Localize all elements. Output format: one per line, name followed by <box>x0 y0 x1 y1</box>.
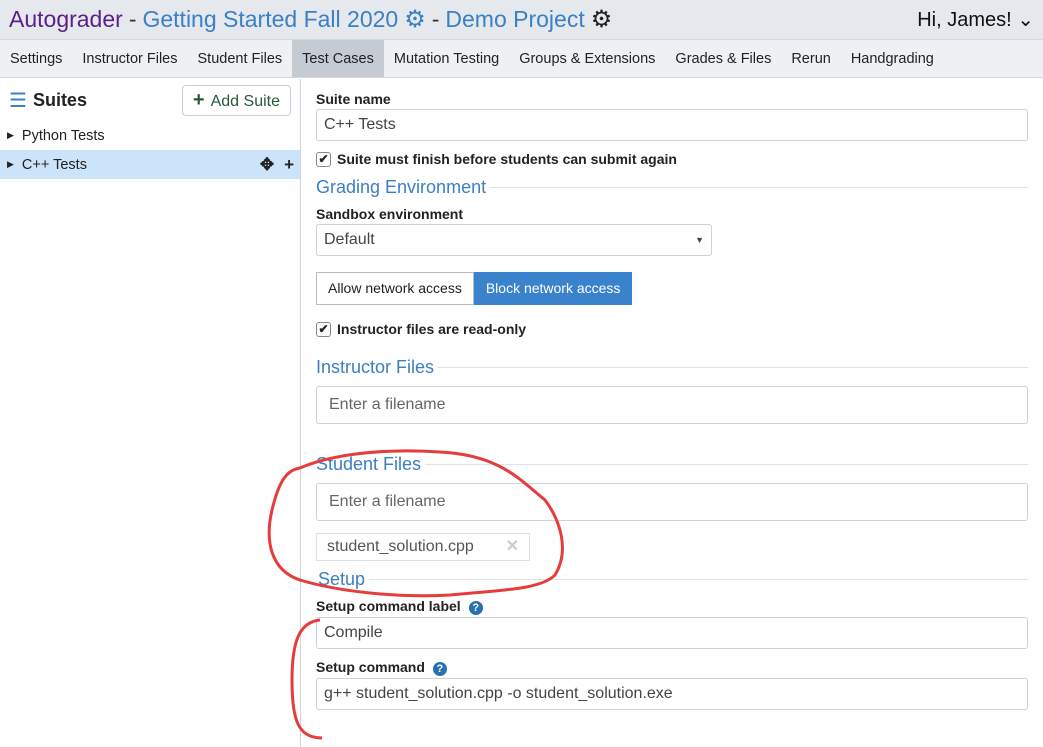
top-bar: Autograder - Getting Started Fall 2020 ⚙ -… <box>0 0 1043 40</box>
add-suite-label: Add Suite <box>210 92 280 110</box>
setup-label-input[interactable]: Compile <box>316 617 1028 649</box>
tab-mutation-testing[interactable]: Mutation Testing <box>384 40 509 77</box>
app-title[interactable]: Autograder <box>9 6 123 33</box>
suite-settings-form: Suite name C++ Tests ✔ Suite must finish … <box>316 79 1028 710</box>
dropdown-arrow-icon: ▼ <box>695 235 704 245</box>
add-test-plus-icon[interactable]: + <box>284 155 294 175</box>
check-icon[interactable]: ✔ <box>316 151 331 167</box>
readonly-checkbox[interactable]: ✔ Instructor files are read-only <box>316 321 1028 337</box>
allow-network-button[interactable]: Allow network access <box>316 272 474 305</box>
tab-settings[interactable]: Settings <box>0 40 72 77</box>
greeting: Hi, James! <box>917 9 1012 31</box>
sidebar-title: Suites <box>32 89 87 110</box>
suite-item-cpp-tests[interactable]: ▶ C++ Tests ✥ + <box>0 150 300 179</box>
suite-name-input[interactable]: C++ Tests <box>316 109 1028 141</box>
checkbox-label: Suite must finish before students can su… <box>337 151 677 167</box>
caret-right-icon[interactable]: ▶ <box>7 130 14 141</box>
must-finish-checkbox[interactable]: ✔ Suite must finish before students can s… <box>316 151 1028 167</box>
tab-instructor-files[interactable]: Instructor Files <box>72 40 187 77</box>
course-link[interactable]: Getting Started Fall 2020 <box>142 6 398 33</box>
caret-right-icon[interactable]: ▶ <box>7 159 14 170</box>
setup-heading: Setup <box>316 569 1028 590</box>
instructor-files-heading: Instructor Files <box>316 357 1028 378</box>
project-link[interactable]: Demo Project <box>445 6 584 33</box>
setup-label-label: Setup command label? <box>316 598 1028 615</box>
label-text: Setup command <box>316 659 425 675</box>
plus-icon: + <box>192 88 205 111</box>
student-file-input[interactable]: Enter a filename <box>316 483 1028 521</box>
label-text: Setup command label <box>316 598 461 614</box>
tab-rerun[interactable]: Rerun <box>781 40 841 77</box>
suite-label: Python Tests <box>21 127 105 144</box>
suite-name-label: Suite name <box>316 91 391 107</box>
student-file-chip: student_solution.cpp ✕ <box>316 533 530 561</box>
suite-label: C++ Tests <box>21 156 87 173</box>
suite-item-python-tests[interactable]: ▶ Python Tests <box>0 121 300 150</box>
help-icon[interactable]: ? <box>468 601 483 615</box>
setup-command-input[interactable]: g++ student_solution.cpp -o student_solu… <box>316 678 1028 710</box>
project-settings-gear-icon[interactable]: ⚙ <box>591 5 613 34</box>
remove-x-icon[interactable]: ✕ <box>506 534 519 560</box>
tab-groups-extensions[interactable]: Groups & Extensions <box>509 40 665 77</box>
tab-test-cases[interactable]: Test Cases <box>292 40 384 77</box>
block-network-button[interactable]: Block network access <box>473 272 633 305</box>
menu-icon: ☰ <box>9 89 27 112</box>
tab-handgrading[interactable]: Handgrading <box>841 40 944 77</box>
chevron-down-icon: ⌄ <box>1017 9 1034 31</box>
sandbox-select[interactable]: Default ▼ <box>316 224 712 256</box>
chip-label: student_solution.cpp <box>327 538 474 555</box>
move-icon[interactable]: ✥ <box>260 155 274 175</box>
sandbox-value: Default <box>324 231 375 248</box>
tab-student-files[interactable]: Student Files <box>188 40 293 77</box>
checkbox-label: Instructor files are read-only <box>337 321 527 337</box>
tab-grades-files[interactable]: Grades & Files <box>665 40 781 77</box>
instructor-file-input[interactable]: Enter a filename <box>316 386 1028 424</box>
course-settings-gear-icon[interactable]: ⚙ <box>404 5 426 34</box>
help-icon[interactable]: ? <box>432 662 447 676</box>
add-suite-button[interactable]: + Add Suite <box>181 84 291 116</box>
sandbox-label: Sandbox environment <box>316 206 464 222</box>
user-menu[interactable]: Hi, James! ⌄ <box>917 7 1034 32</box>
check-icon[interactable]: ✔ <box>316 321 331 337</box>
grading-environment-heading: Grading Environment <box>316 177 1028 198</box>
student-files-heading: Student Files <box>316 454 1028 475</box>
nav-tabs: Settings Instructor Files Student Files … <box>0 40 1043 78</box>
suites-sidebar: ☰ Suites + Add Suite ▶ Python Tests ▶ C++ Te… <box>0 79 301 747</box>
setup-command-label: Setup command? <box>316 659 1028 676</box>
